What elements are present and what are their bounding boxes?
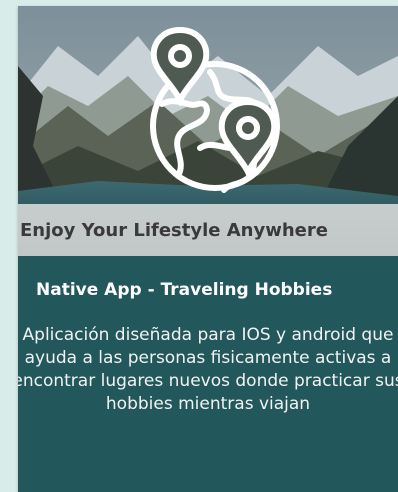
project-title[interactable]: Native App - Traveling Hobbies [18,280,398,300]
card-content: Native App - Traveling Hobbies Aplicació… [18,256,398,492]
globe-with-map-pins-icon [150,26,280,193]
tagline-text: Enjoy Your Lifestyle Anywhere [20,219,328,241]
hero-image: Enjoy Your Lifestyle Anywhere [18,6,398,256]
project-description: Aplicación diseñada para IOS y android q… [18,325,398,414]
project-card[interactable]: Enjoy Your Lifestyle Anywhere Native App… [18,6,398,492]
tagline-banner: Enjoy Your Lifestyle Anywhere [18,204,398,256]
